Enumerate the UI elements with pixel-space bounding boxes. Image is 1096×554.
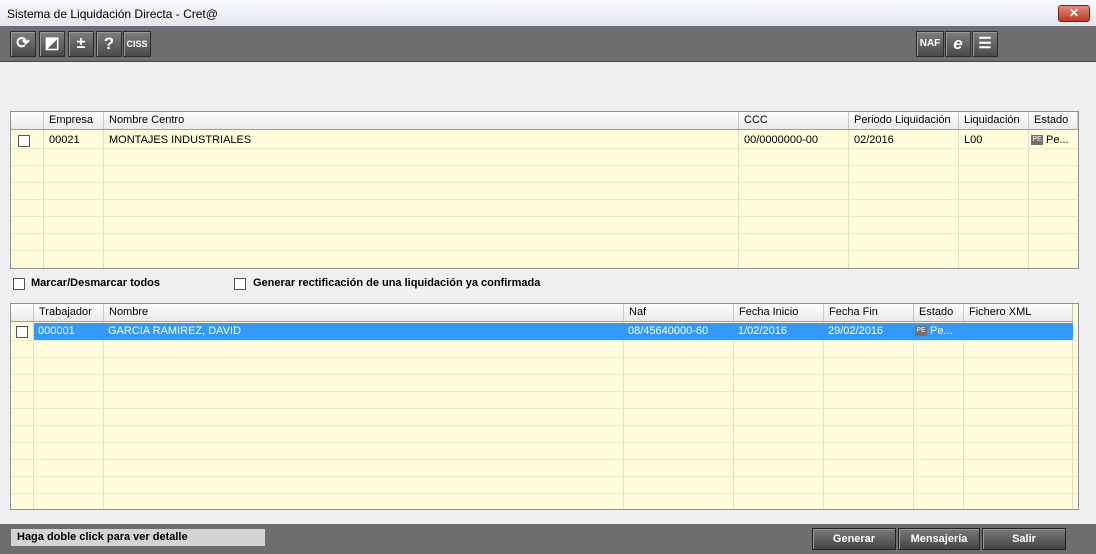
estado-badge-icon: PE [1031,135,1043,146]
cell-fecha-fin: 29/02/2016 [828,325,884,337]
col-trabajador[interactable]: Trabajador [34,304,104,321]
contrast-icon[interactable]: ◩ [39,31,65,57]
list-icon[interactable]: ☰ [972,31,998,57]
mensajeria-button[interactable]: Mensajería [898,528,980,550]
col-nombre-centro[interactable]: Nombre Centro [104,112,739,129]
cell-estado: PE Pe... [915,323,953,340]
naf-button[interactable]: NAF [916,31,944,57]
close-icon[interactable]: ✕ [1058,5,1090,22]
col-fichero-xml[interactable]: Fichero XML [964,304,1073,321]
cell-periodo: 02/2016 [854,134,894,146]
cell-naf: 08/45640000-60 [628,325,709,337]
cell-fecha-inicio: 1/02/2016 [738,325,787,337]
internet-explorer-icon[interactable]: e [945,31,971,57]
marcar-todos-label[interactable]: Marcar/Desmarcar todos [31,277,160,289]
status-text: Haga doble click para ver detalle [11,529,265,546]
cell-trabajador: 000001 [38,325,75,337]
plus-minus-icon[interactable]: ± [68,31,94,57]
estado-text: Pe... [1046,134,1069,146]
col-nombre[interactable]: Nombre [104,304,624,321]
help-icon[interactable]: ? [96,31,122,57]
col-periodo[interactable]: Periodo Liquidación [849,112,959,129]
salir-button[interactable]: Salir [982,528,1066,550]
col-estado[interactable]: Estado [1029,112,1078,129]
selected-row-highlight[interactable]: 000001 GARCIA RAMIREZ, DAVID 08/45640000… [34,323,1073,340]
col-estado[interactable]: Estado [914,304,964,321]
cell-nombre-centro: MONTAJES INDUSTRIALES [109,134,252,146]
grid-header: Empresa Nombre Centro CCC Periodo Liquid… [11,112,1078,130]
trabajadores-grid: Trabajador Nombre Naf Fecha Inicio Fecha… [10,303,1079,510]
generar-button[interactable]: Generar [812,528,896,550]
col-empresa[interactable]: Empresa [44,112,104,129]
col-fecha-fin[interactable]: Fecha Fin [824,304,914,321]
row-checkbox[interactable] [18,135,30,147]
cell-empresa: 00021 [49,134,80,146]
col-check [11,112,44,129]
estado-text: Pe... [930,325,953,337]
grid-header: Trabajador Nombre Naf Fecha Inicio Fecha… [11,304,1073,322]
refresh-icon[interactable]: ⟳ [10,31,36,57]
generar-rectificacion-label[interactable]: Generar rectificación de una liquidación… [253,277,540,289]
col-check [11,304,34,321]
col-ccc[interactable]: CCC [739,112,849,129]
estado-badge-icon: PE [915,326,927,337]
window-title: Sistema de Liquidación Directa - Cret@ [7,7,218,21]
generar-rectificacion-checkbox[interactable] [234,278,246,290]
title-bar: Sistema de Liquidación Directa - Cret@ ✕ [0,0,1096,27]
cell-liquidacion: L00 [964,134,983,146]
bottom-bar: Haga doble click para ver detalle Genera… [0,524,1096,554]
marcar-todos-checkbox[interactable] [13,278,25,290]
liquidaciones-grid: Empresa Nombre Centro CCC Periodo Liquid… [10,111,1079,269]
cell-nombre: GARCIA RAMIREZ, DAVID [108,325,242,337]
toolbar: ⟳ ◩ ± ? CISS NAF e ☰ [0,26,1096,62]
col-liquidacion[interactable]: Liquidación [959,112,1029,129]
row-checkbox[interactable] [16,326,28,338]
cell-estado: PE Pe... [1031,132,1069,149]
ciss-button[interactable]: CISS [123,31,151,57]
col-naf[interactable]: Naf [624,304,734,321]
col-fecha-inicio[interactable]: Fecha Inicio [734,304,824,321]
cell-ccc: 00/0000000-00 [744,134,819,146]
